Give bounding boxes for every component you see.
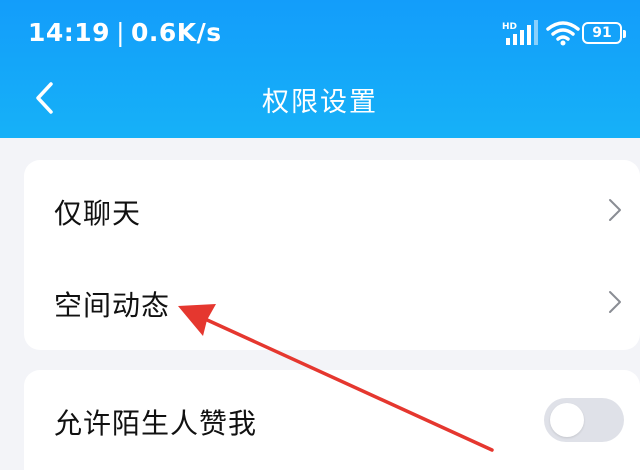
status-left: 14:19 | 0.6K/s: [28, 18, 222, 47]
row-label: 仅聊天: [54, 197, 142, 230]
row-label: 允许陌生人赞我: [54, 407, 258, 440]
page-title: 权限设置: [262, 87, 378, 118]
row-label: 空间动态: [54, 289, 171, 322]
settings-card-privacy: 仅聊天 空间动态: [24, 160, 640, 350]
settings-row-moments[interactable]: 空间动态: [24, 256, 640, 346]
header: 14:19 | 0.6K/s HD 91 权限设置: [0, 0, 640, 138]
settings-row-allow-stranger-likes[interactable]: 允许陌生人赞我: [24, 374, 640, 464]
status-separator: |: [116, 18, 126, 47]
settings-row-chat-only[interactable]: 仅聊天: [24, 164, 640, 254]
allow-stranger-likes-toggle[interactable]: [544, 398, 624, 442]
signal-icon: HD: [502, 20, 538, 45]
status-bar: 14:19 | 0.6K/s HD 91: [0, 0, 640, 66]
toggle-knob: [550, 403, 584, 437]
chevron-right-icon: [609, 291, 621, 313]
battery-icon: 91: [582, 22, 626, 44]
navbar: 权限设置: [0, 66, 640, 130]
signal-hd-label: HD: [502, 22, 517, 32]
chevron-right-icon: [609, 199, 621, 221]
wifi-icon: [546, 21, 580, 46]
settings-card-interaction: 允许陌生人赞我: [24, 370, 640, 470]
network-speed: 0.6K/s: [131, 18, 222, 47]
status-time: 14:19: [28, 18, 111, 47]
